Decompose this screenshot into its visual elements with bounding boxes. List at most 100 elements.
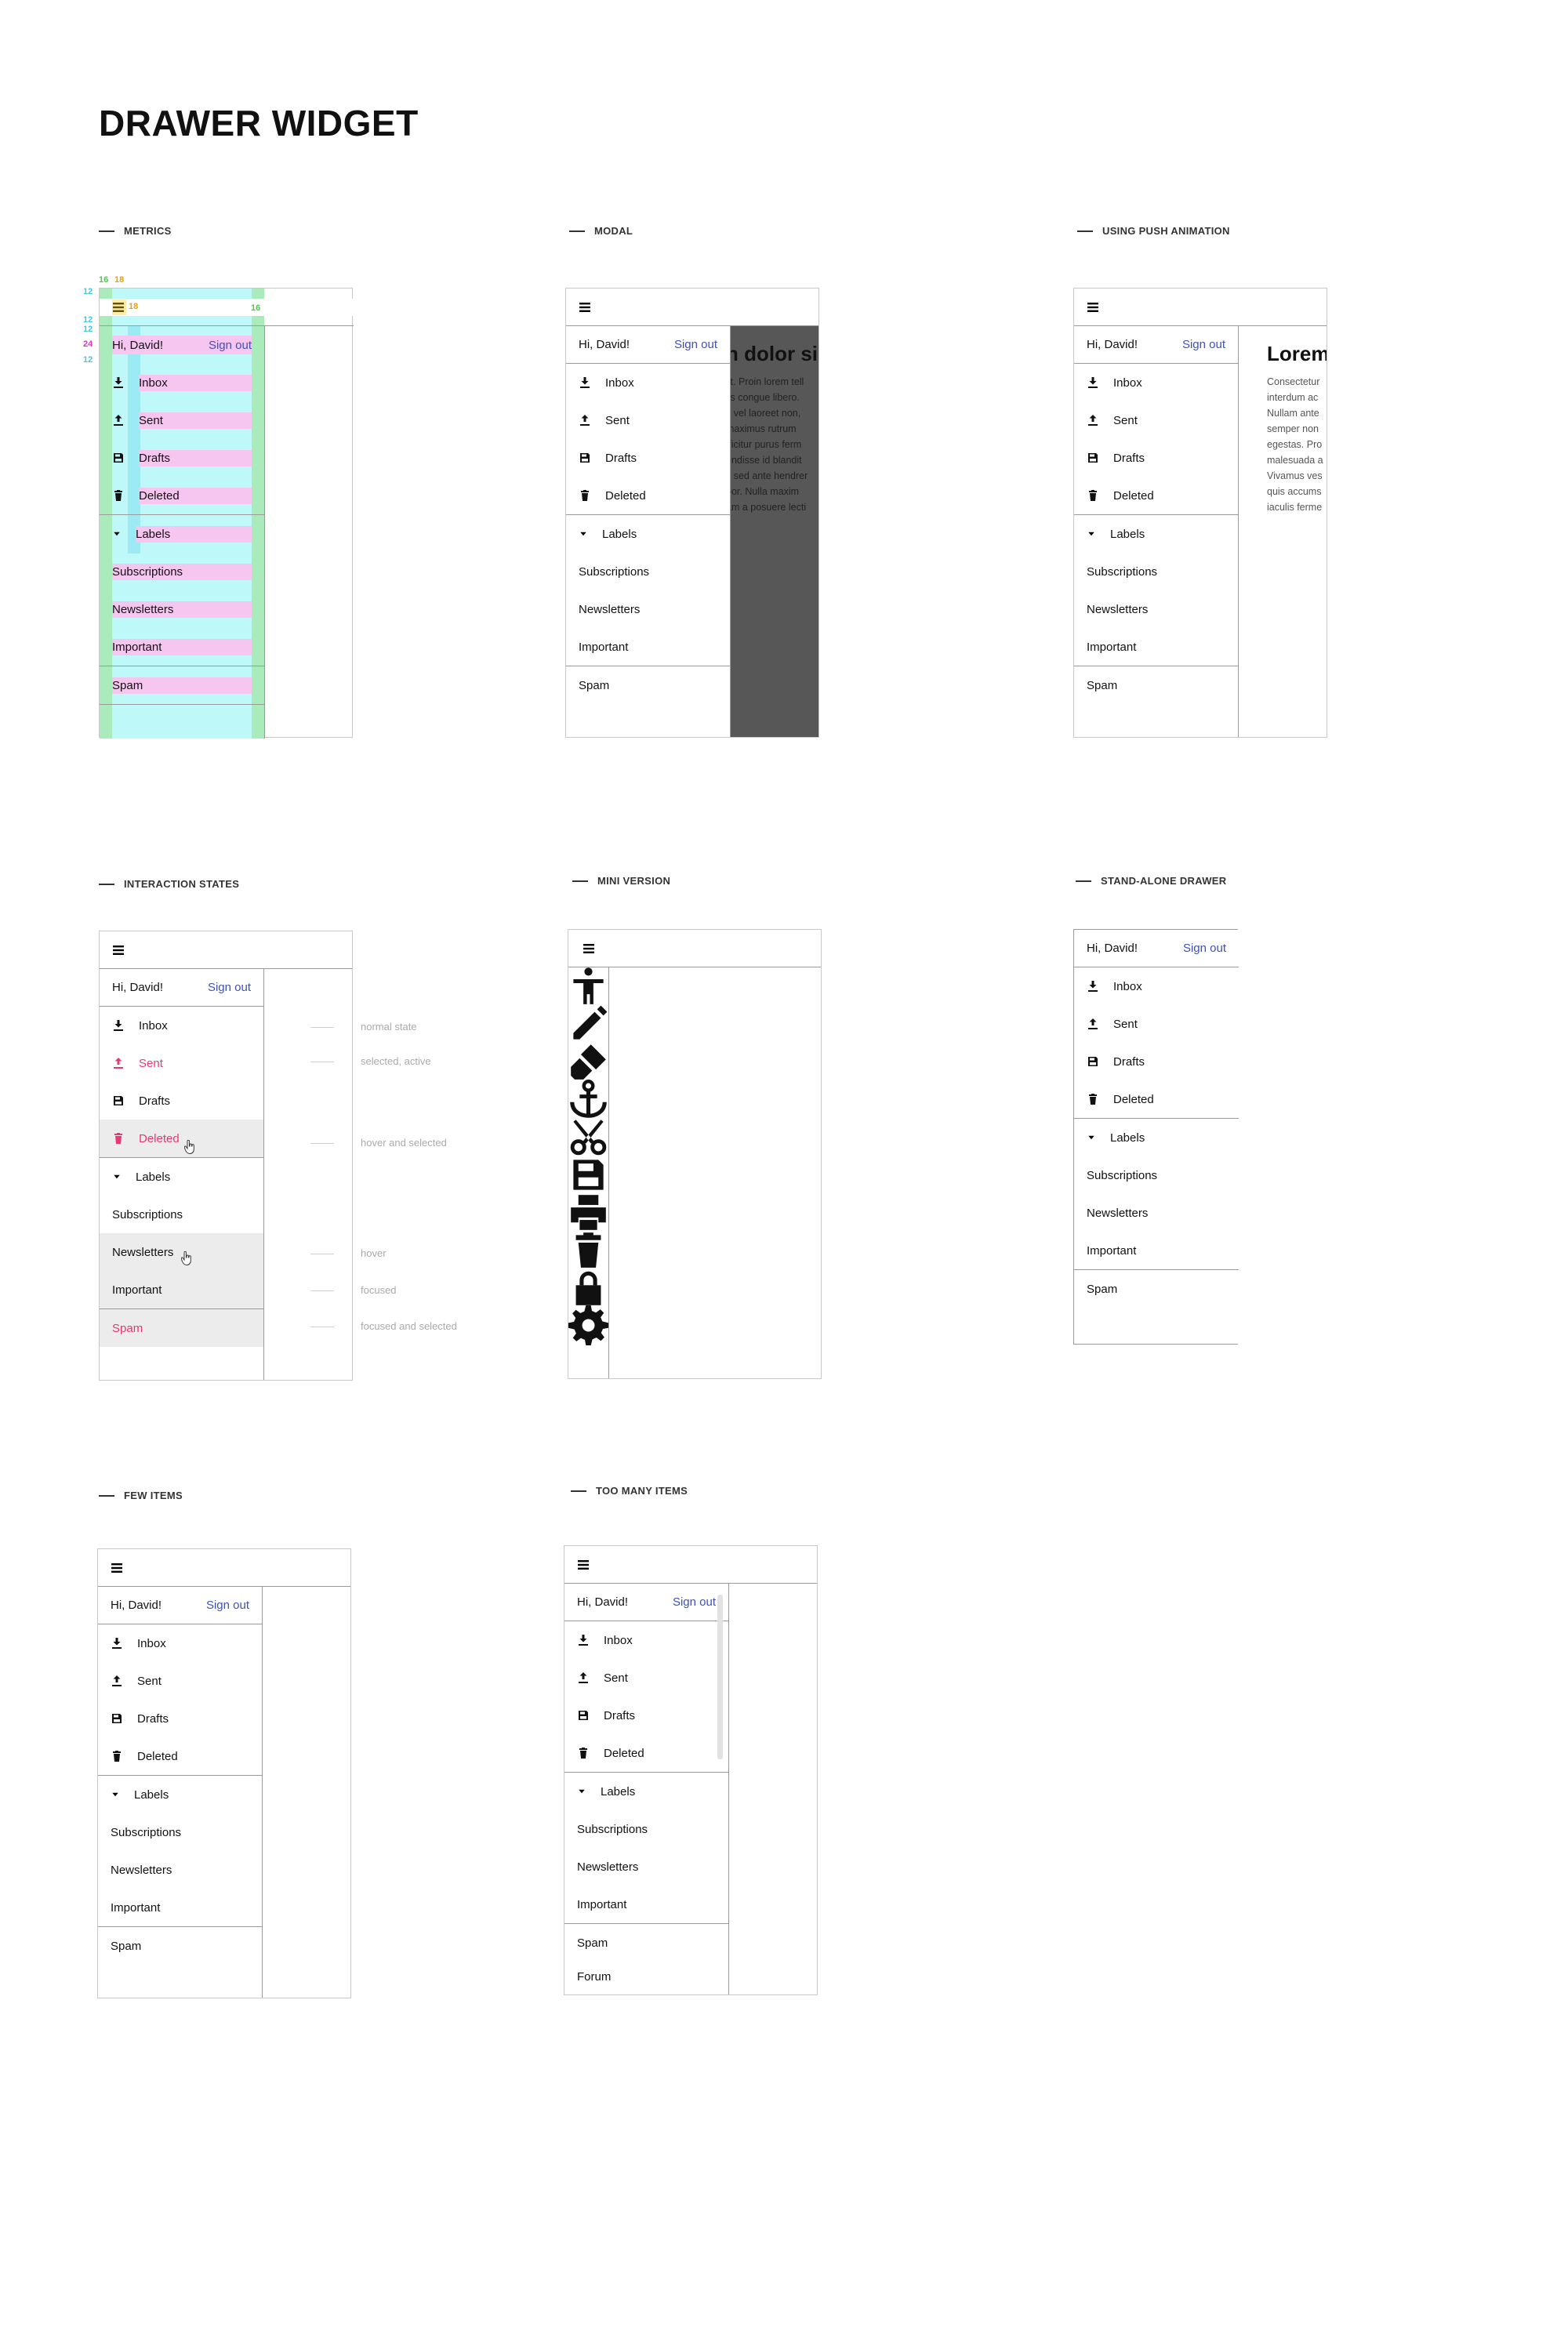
drawer-item-newsletters[interactable]: Newsletters [100,590,264,628]
drawer-item-spam[interactable]: Spam [100,1309,263,1347]
drawer-item-drafts[interactable]: Drafts [100,439,264,477]
navigation-drawer: Hi, David! Sign out Inbox Sent Drafts Deleted… [1074,930,1239,1344]
section-dash [1076,880,1091,882]
drawer-item-important[interactable]: Important [100,628,264,666]
mini-drawer-item[interactable] [568,1193,608,1231]
drawer-item-drafts[interactable]: Drafts [100,1082,263,1120]
drawer-item-sent[interactable]: Sent [566,401,730,439]
sign-out-link[interactable]: Sign out [673,1595,716,1609]
drawer-item-subscriptions[interactable]: Subscriptions [566,553,730,590]
metrics-icon-box [112,299,126,315]
drawer-item-subscriptions[interactable]: Subscriptions [564,1810,728,1848]
drawer-item-spam[interactable]: Spam [564,1924,728,1962]
drawer-item-inbox[interactable]: Inbox [564,1621,728,1659]
menu-icon[interactable] [579,301,591,314]
drawer-item-newsletters[interactable]: Newsletters [1074,1194,1239,1232]
menu-icon[interactable] [112,944,125,956]
mini-drawer-item[interactable] [568,1306,608,1344]
mini-drawer-item[interactable] [568,967,608,1005]
drawer-item-deleted[interactable]: Deleted [98,1737,262,1775]
sign-out-link[interactable]: Sign out [1183,942,1226,955]
drawer-item-subscriptions[interactable]: Subscriptions [1074,553,1238,590]
drawer-group-spam: Spam [1074,1270,1239,1308]
drawer-item-labels[interactable]: Labels [100,515,264,553]
mini-drawer-item[interactable] [568,1156,608,1193]
drawer-item-labels[interactable]: Labels [564,1773,728,1810]
drawer-item-labels[interactable]: Labels [566,515,730,553]
sign-out-link[interactable]: Sign out [209,339,252,352]
mini-drawer-item[interactable] [568,1080,608,1118]
mini-drawer-item[interactable] [568,1005,608,1043]
menu-icon[interactable] [577,1559,590,1571]
drawer-item-spam[interactable]: Spam [98,1927,262,1965]
drawer-item-drafts[interactable]: Drafts [564,1697,728,1734]
drawer-item-subscriptions[interactable]: Subscriptions [1074,1156,1239,1194]
drawer-item-labels[interactable]: Labels [100,1158,263,1196]
drawer-item-inbox[interactable]: Inbox [1074,364,1238,401]
drawer-item-labels[interactable]: Labels [98,1776,262,1813]
drawer-item-newsletters[interactable]: Newsletters [564,1848,728,1886]
drawer-item-drafts[interactable]: Drafts [98,1700,262,1737]
trash-icon [1087,1093,1099,1105]
drawer-item-spam[interactable]: Spam [566,666,730,704]
drawer-item-forum[interactable]: Forum [564,1962,728,1991]
drawer-item-labels[interactable]: Labels [1074,515,1238,553]
drawer-item-drafts[interactable]: Drafts [1074,1043,1239,1080]
drawer-item-sent[interactable]: Sent [1074,401,1238,439]
content-title: Lorem [1267,342,1327,365]
drawer-item-deleted[interactable]: Deleted [566,477,730,514]
drawer-item-sent[interactable]: Sent [100,401,264,439]
drawer-item-sent[interactable]: Sent [98,1662,262,1700]
drawer-item-subscriptions[interactable]: Subscriptions [100,1196,263,1233]
drawer-item-important[interactable]: Important [1074,1232,1239,1269]
drawer-item-important[interactable]: Important [98,1889,262,1926]
drawer-item-important[interactable]: Important [564,1886,728,1923]
drawer-item-labels[interactable]: Labels [1074,1119,1239,1156]
drawer-item-drafts[interactable]: Drafts [566,439,730,477]
mini-drawer-item[interactable] [568,1231,608,1269]
drawer-item-sent[interactable]: Sent [1074,1005,1239,1043]
drawer-item-deleted[interactable]: Deleted [564,1734,728,1772]
sign-out-link[interactable]: Sign out [206,1599,249,1612]
drawer-item-drafts[interactable]: Drafts [1074,439,1238,477]
mini-frame [568,929,822,1379]
drawer-item-inbox[interactable]: Inbox [100,364,264,401]
drawer-item-inbox[interactable]: Inbox [1074,967,1239,1005]
drawer-item-important[interactable]: Important [100,1271,263,1308]
toolbar [566,289,818,326]
modal-overlay[interactable]: n dolor si lit. Proin lorem tell lis cong… [731,326,818,737]
drawer-item-important[interactable]: Important [566,628,730,666]
drawer-item-inbox[interactable]: Inbox [566,364,730,401]
drawer-item-spam[interactable]: Spam [1074,1270,1239,1308]
drawer-item-deleted[interactable]: Deleted [100,1120,263,1157]
drawer-item-sent[interactable]: Sent [100,1044,263,1082]
drawer-item-inbox[interactable]: Inbox [98,1624,262,1662]
drawer-scrollbar[interactable] [717,1595,723,1759]
upload-icon [1087,1018,1099,1030]
drawer-item-deleted[interactable]: Deleted [1074,477,1238,514]
sign-out-link[interactable]: Sign out [674,338,717,351]
section-dash [1077,230,1093,232]
sign-out-link[interactable]: Sign out [1182,338,1225,351]
drawer-item-deleted[interactable]: Deleted [100,477,264,514]
metric-number: 16 [99,275,109,285]
mini-drawer-item[interactable] [568,1269,608,1306]
mini-drawer-item[interactable] [568,1118,608,1156]
menu-icon[interactable] [1087,301,1099,314]
drawer-item-newsletters[interactable]: Newsletters [566,590,730,628]
menu-icon[interactable] [583,942,595,955]
drawer-item-newsletters[interactable]: Newsletters [1074,590,1238,628]
drawer-item-spam[interactable]: Spam [1074,666,1238,704]
drawer-item-inbox[interactable]: Inbox [100,1007,263,1044]
drawer-item-subscriptions[interactable]: Subscriptions [98,1813,262,1851]
drawer-item-important[interactable]: Important [1074,628,1238,666]
drawer-item-sent[interactable]: Sent [564,1659,728,1697]
drawer-item-spam[interactable]: Spam [100,666,264,704]
drawer-item-newsletters[interactable]: Newsletters [98,1851,262,1889]
menu-icon[interactable] [111,1562,123,1574]
save-icon [1087,1055,1099,1068]
sign-out-link[interactable]: Sign out [208,981,251,994]
mini-drawer-item[interactable] [568,1043,608,1080]
drawer-item-deleted[interactable]: Deleted [1074,1080,1239,1118]
drawer-item-subscriptions[interactable]: Subscriptions [100,553,264,590]
